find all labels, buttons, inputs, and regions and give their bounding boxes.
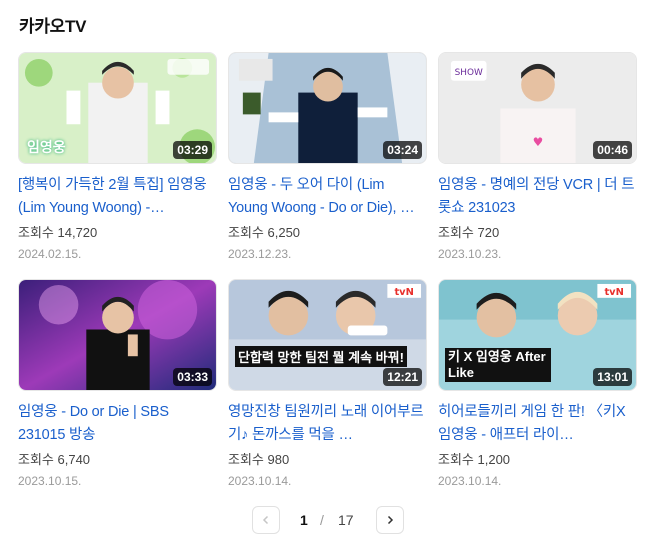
upload-date: 2023.10.15.: [18, 474, 82, 488]
thumbnail-overlay-text: 키 X 임영웅 After Like: [445, 348, 551, 382]
video-card[interactable]: 03:33 임영웅 - Do or Die | SBS 231015 방송 조회…: [18, 279, 217, 489]
duration-badge: 00:46: [593, 141, 632, 159]
svg-text:tvN: tvN: [604, 287, 623, 298]
video-card[interactable]: 03:24 임영웅 - 두 오어 다이 (Lim Young Woong - D…: [228, 52, 427, 262]
video-thumbnail[interactable]: 03:33: [18, 279, 217, 391]
thumbnail-overlay-text: 단합력 망한 팀전 뭘 계속 바꿔!: [235, 346, 407, 367]
video-title[interactable]: 임영웅 - 명예의 전당 VCR | 더 트롯쇼 231023: [438, 174, 637, 220]
pagination: 1 / 17: [0, 506, 652, 536]
svg-text:tvN: tvN: [394, 287, 413, 298]
thumbnail-overlay-text: 임영웅: [27, 139, 66, 155]
svg-text:SHOW: SHOW: [455, 68, 483, 78]
page-separator: /: [320, 512, 324, 528]
total-pages: 17: [338, 512, 354, 528]
view-count: 조회수 980: [228, 452, 290, 467]
view-count: 조회수 6,740: [18, 452, 91, 467]
view-count: 조회수 6,250: [228, 225, 301, 240]
next-page-button[interactable]: [376, 506, 404, 534]
upload-date: 2023.10.14.: [438, 474, 502, 488]
video-card[interactable]: tvN 키 X 임영웅 After Like 13:01 히어로들끼리 게임 한…: [438, 279, 637, 489]
duration-badge: 03:33: [173, 368, 212, 386]
video-card[interactable]: 임영웅 03:29 [행복이 가득한 2월 특집] 임영웅 (Lim Young…: [18, 52, 217, 262]
duration-badge: 12:21: [383, 368, 422, 386]
svg-text:♥: ♥: [533, 135, 544, 149]
current-page: 1: [300, 512, 308, 528]
chevron-right-icon: [387, 515, 394, 525]
upload-date: 2023.10.14.: [228, 474, 292, 488]
video-title[interactable]: 히어로들끼리 게임 한 판! 〈키X임영웅 - 애프터 라이…: [438, 401, 637, 447]
video-thumbnail[interactable]: 03:24: [228, 52, 427, 164]
video-card[interactable]: tvN 단합력 망한 팀전 뭘 계속 바꿔! 12:21 영망진창 팀원끼리 노…: [228, 279, 427, 489]
duration-badge: 03:29: [173, 141, 212, 159]
video-title[interactable]: 영망진창 팀원끼리 노래 이어부르기♪ 돈까스를 먹을 …: [228, 401, 427, 447]
duration-badge: 13:01: [593, 368, 632, 386]
duration-badge: 03:24: [383, 141, 422, 159]
view-count: 조회수 1,200: [438, 452, 511, 467]
video-title[interactable]: 임영웅 - Do or Die | SBS 231015 방송: [18, 401, 217, 447]
upload-date: 2023.12.23.: [228, 247, 292, 261]
video-thumbnail[interactable]: tvN 단합력 망한 팀전 뭘 계속 바꿔! 12:21: [228, 279, 427, 391]
upload-date: 2023.10.23.: [438, 247, 502, 261]
video-thumbnail[interactable]: tvN 키 X 임영웅 After Like 13:01: [438, 279, 637, 391]
video-card[interactable]: SHOW ♥ 00:46 임영웅 - 명예의 전당 VCR | 더 트롯쇼 23…: [438, 52, 637, 262]
section-title: 카카오TV: [19, 17, 87, 36]
view-count: 조회수 720: [438, 225, 500, 240]
prev-page-button[interactable]: [252, 506, 280, 534]
video-thumbnail[interactable]: 임영웅 03:29: [18, 52, 217, 164]
upload-date: 2024.02.15.: [18, 247, 82, 261]
chevron-left-icon: [262, 515, 269, 525]
video-title[interactable]: 임영웅 - 두 오어 다이 (Lim Young Woong - Do or D…: [228, 174, 427, 220]
video-thumbnail[interactable]: SHOW ♥ 00:46: [438, 52, 637, 164]
view-count: 조회수 14,720: [18, 225, 98, 240]
video-title[interactable]: [행복이 가득한 2월 특집] 임영웅 (Lim Young Woong) -…: [18, 174, 217, 220]
